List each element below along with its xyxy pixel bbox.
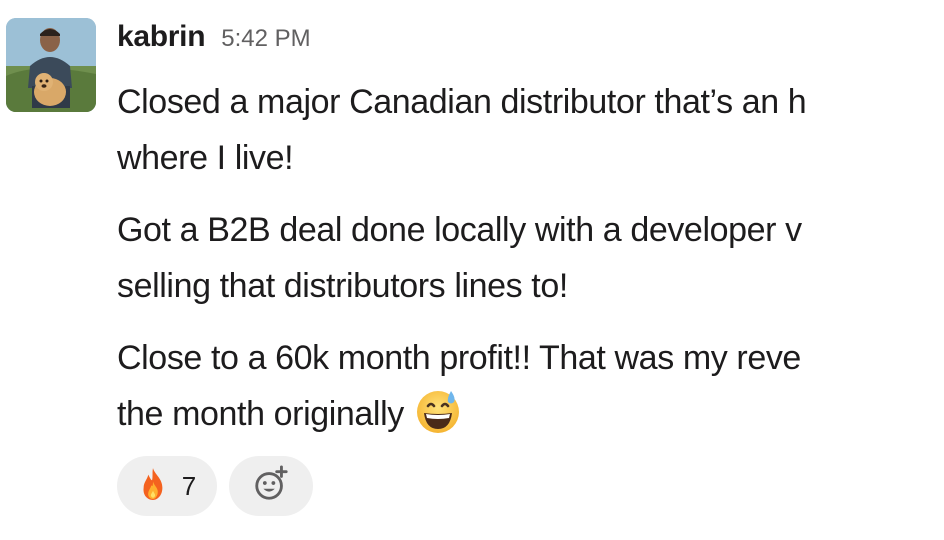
reactions-bar: 7 [117,456,313,516]
paragraph-3-line-2-wrap: the month originally [117,386,893,442]
message-paragraph-2: Got a B2B deal done locally with a devel… [117,202,893,314]
add-reaction-button[interactable] [229,456,313,516]
paragraph-1-line-2: where I live! [117,139,294,177]
paragraph-2-line-1: Got a B2B deal done locally with a devel… [117,211,802,249]
author-name[interactable]: kabrin [117,20,206,54]
paragraph-2-line-2: selling that distributors lines to! [117,267,568,305]
reaction-count: 7 [181,470,197,501]
message-content: kabrin 5:42 PM Closed a major Canadian d… [117,20,893,520]
message-timestamp[interactable]: 5:42 PM [221,25,310,53]
paragraph-3-line-1: Close to a 60k month profit!! That was m… [117,339,801,377]
message-paragraph-1: Closed a major Canadian distributor that… [117,74,893,186]
message-paragraph-3: Close to a 60k month profit!! That was m… [117,330,893,442]
paragraph-3-line-2: the month originally [117,395,404,433]
message: kabrin 5:42 PM Closed a major Canadian d… [0,0,944,540]
message-header: kabrin 5:42 PM [117,20,893,60]
grinning-face-with-sweat-icon [414,387,462,435]
paragraph-1-line-1: Closed a major Canadian distributor that… [117,83,807,121]
add-reaction-icon [252,464,290,508]
fire-icon [138,467,168,506]
reaction-fire[interactable]: 7 [117,456,217,516]
avatar[interactable] [6,18,96,112]
avatar-photo [6,18,96,112]
